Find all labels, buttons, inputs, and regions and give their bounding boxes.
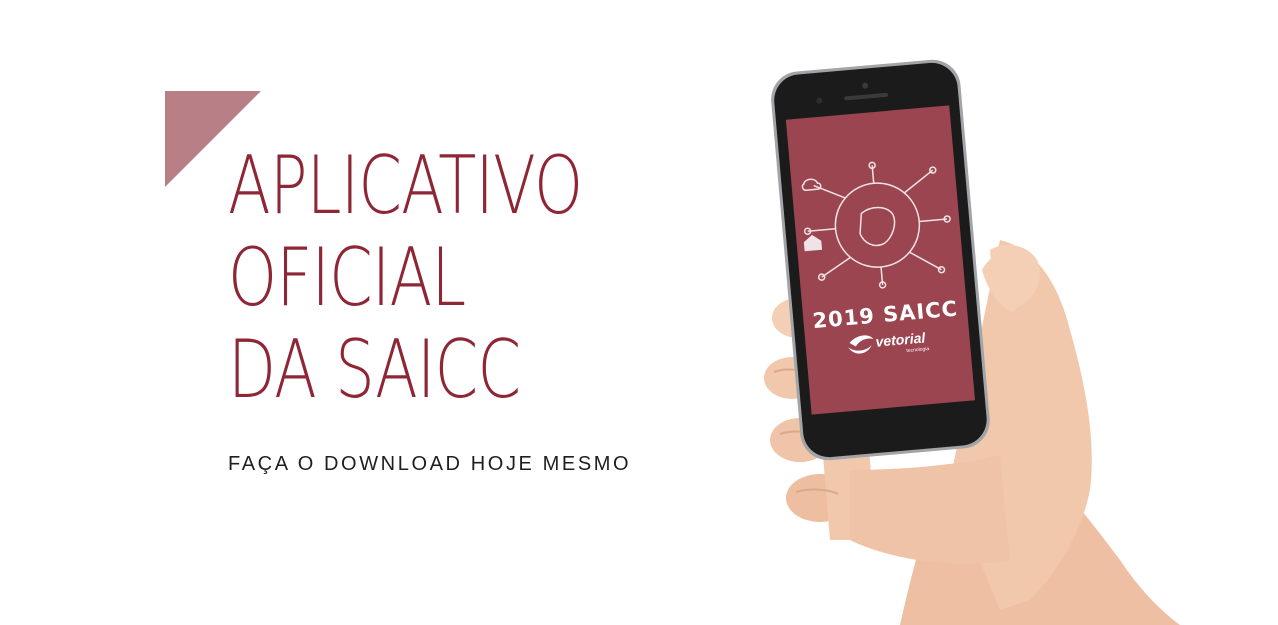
download-call-to-action: FAÇA O DOWNLOAD HOJE MESMO [228, 453, 632, 475]
promo-banner: APLICATIVO OFICIAL DA SAICC FAÇA O DOWNL… [0, 0, 1278, 625]
headline-line-1: APLICATIVO [228, 139, 583, 232]
smartphone: 2019 SAICC vetorial tecnologia [771, 59, 990, 461]
headline: APLICATIVO OFICIAL DA SAICC [228, 140, 587, 416]
headline-line-3: DA SAICC [228, 323, 521, 416]
hand-holding-phone-illustration: 2019 SAICC vetorial tecnologia [764, 59, 1180, 625]
phone-screen [785, 105, 976, 415]
headline-line-2: OFICIAL [228, 231, 466, 324]
